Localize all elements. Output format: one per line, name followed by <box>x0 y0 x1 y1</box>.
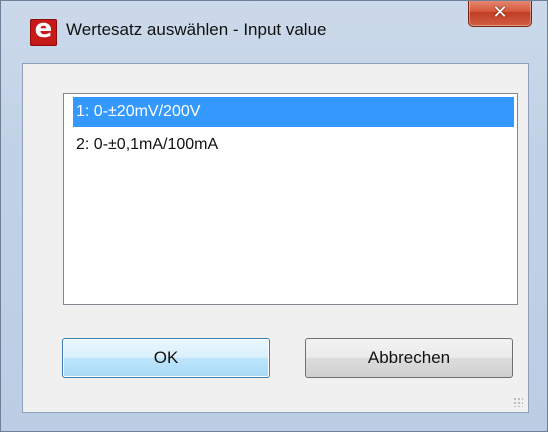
close-icon: ✕ <box>492 2 508 23</box>
ok-button[interactable]: OK <box>62 338 270 378</box>
cancel-button[interactable]: Abbrechen <box>305 338 513 378</box>
value-set-listbox[interactable]: 1: 0-±20mV/200V 2: 0-±0,1mA/100mA <box>63 93 518 305</box>
resize-grip-icon[interactable] <box>513 397 523 407</box>
list-item-value-set-2[interactable]: 2: 0-±0,1mA/100mA <box>73 130 514 160</box>
list-item-value-set-1[interactable]: 1: 0-±20mV/200V <box>73 97 514 127</box>
list-item-label: 1: 0-±20mV/200V <box>76 103 201 120</box>
dialog-content: 1: 0-±20mV/200V 2: 0-±0,1mA/100mA OK Abb… <box>22 63 529 413</box>
app-logo-letter: e <box>34 14 53 44</box>
close-button[interactable]: ✕ <box>468 0 532 27</box>
app-logo-icon: e <box>30 14 57 46</box>
dialog-window: e Wertesatz auswählen - Input value ✕ 1:… <box>0 0 548 432</box>
window-title: Wertesatz auswählen - Input value <box>66 20 327 39</box>
list-item-label: 2: 0-±0,1mA/100mA <box>76 136 219 153</box>
title-bar[interactable]: e Wertesatz auswählen - Input value ✕ <box>0 0 548 58</box>
